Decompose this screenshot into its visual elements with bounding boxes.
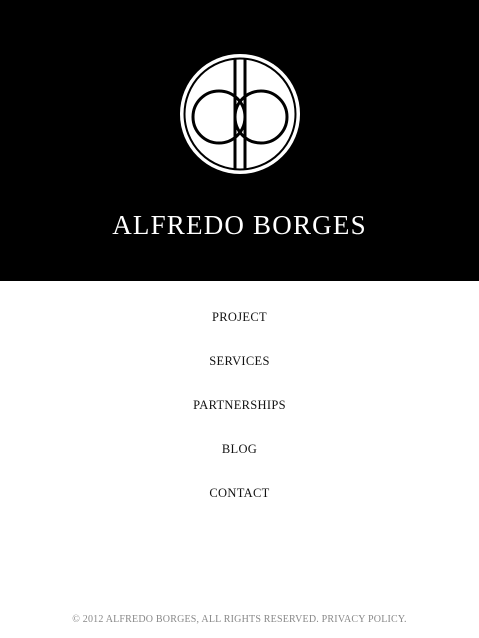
privacy-policy-link[interactable]: PRIVACY POLICY. bbox=[322, 614, 407, 625]
main-nav: PROJECT SERVICES PARTNERSHIPS BLOG CONTA… bbox=[0, 305, 479, 525]
nav-item-contact: CONTACT bbox=[0, 481, 479, 525]
brand-name[interactable]: ALFREDO BORGES bbox=[0, 210, 479, 241]
logo[interactable] bbox=[178, 52, 302, 176]
nav-link-contact[interactable]: CONTACT bbox=[203, 481, 275, 505]
copyright-text: © 2012 ALFREDO BORGES, ALL RIGHTS RESERV… bbox=[72, 614, 319, 625]
nav-item-partnerships: PARTNERSHIPS bbox=[0, 393, 479, 437]
nav-link-project[interactable]: PROJECT bbox=[206, 305, 273, 329]
nav-link-blog[interactable]: BLOG bbox=[216, 437, 263, 461]
nav-item-project: PROJECT bbox=[0, 305, 479, 349]
nav-item-blog: BLOG bbox=[0, 437, 479, 481]
nav-item-services: SERVICES bbox=[0, 349, 479, 393]
ab-monogram-icon bbox=[180, 54, 300, 174]
nav-link-services[interactable]: SERVICES bbox=[203, 349, 275, 373]
site-footer: © 2012 ALFREDO BORGES, ALL RIGHTS RESERV… bbox=[0, 614, 479, 625]
site-header: ALFREDO BORGES bbox=[0, 0, 479, 281]
nav-link-partnerships[interactable]: PARTNERSHIPS bbox=[187, 393, 292, 417]
